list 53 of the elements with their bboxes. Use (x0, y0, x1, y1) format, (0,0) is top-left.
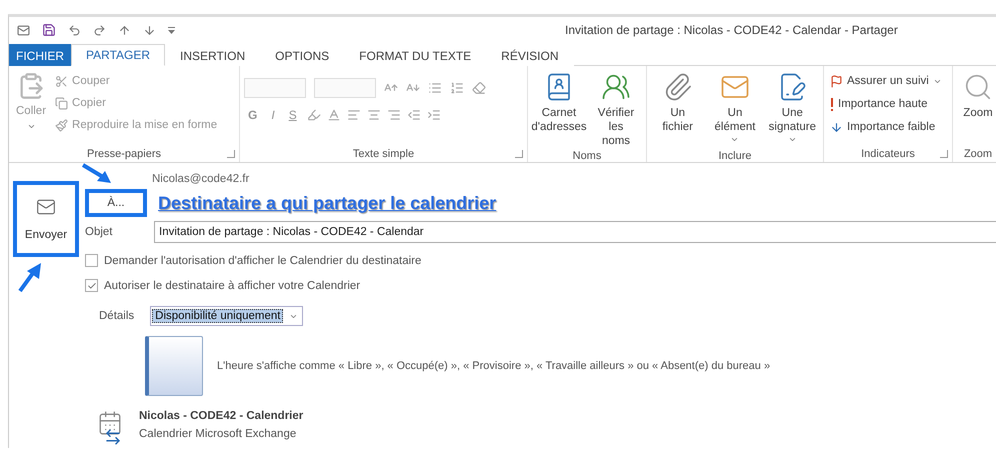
ribbon-button[interactable]: Importance haute (828, 93, 930, 115)
window-title: Invitation de partage : Nicolas - CODE42 - Calendar - Partager (565, 23, 898, 37)
undo-icon[interactable] (68, 24, 81, 36)
checkbox[interactable] (85, 279, 98, 292)
ribbon-tab[interactable]: PARTAGER (71, 44, 166, 66)
save-icon[interactable] (42, 23, 56, 37)
copy-icon (55, 96, 68, 110)
ribbon-button[interactable]: Zoom (957, 70, 996, 122)
availability-preview (145, 336, 203, 396)
group-label: Inclure (718, 150, 752, 162)
ribbon-button[interactable]: Un élément (708, 70, 762, 150)
pointer-arrow (81, 163, 113, 185)
send-button[interactable]: Envoyer (13, 181, 79, 257)
ribbon-button[interactable]: Vérifier les noms (590, 70, 642, 150)
group-label: Zoom (964, 148, 992, 160)
to-field[interactable]: Destinataire a qui partager le calendrier (154, 191, 996, 215)
group-label: Presse-papiers (87, 148, 161, 160)
details-dropdown[interactable]: Disponibilité uniquement (150, 306, 304, 326)
checkbox[interactable] (85, 254, 98, 267)
arrow-up-icon[interactable] (118, 24, 131, 36)
check-icon (86, 280, 96, 290)
envelope-icon (17, 24, 30, 36)
group-label: Indicateurs (861, 148, 915, 160)
ribbon-button[interactable]: Importance faible (828, 116, 938, 138)
ribbon-button[interactable]: Un fichier (651, 70, 704, 136)
redo-icon[interactable] (93, 24, 106, 36)
sender-address: Nicolas@code42.fr (152, 173, 250, 187)
ribbon-button[interactable]: Une signature (766, 70, 819, 150)
envelope-icon (36, 197, 56, 217)
option-label: Autoriser le destinataire à afficher votre Calendrier (104, 280, 360, 292)
calendar-name: Nicolas - CODE42 - Calendrier (139, 410, 304, 422)
launcher-icon[interactable] (940, 150, 948, 158)
paintbrush-icon (55, 118, 68, 132)
to-button[interactable]: À... (85, 189, 147, 217)
ribbon-button[interactable]: Assurer un suivi (828, 70, 944, 92)
pointer-arrow (17, 261, 43, 293)
subject-field[interactable]: Invitation de partage : Nicolas - CODE42 - Calendar (154, 221, 996, 243)
ribbon-button[interactable]: Carnet d'adresses (532, 70, 586, 136)
group-label: Noms (572, 150, 602, 162)
arrow-down-icon (830, 120, 843, 134)
calendar-type: Calendrier Microsoft Exchange (139, 428, 298, 440)
details-label: Détails (99, 310, 134, 322)
group-label: Texte simple (352, 148, 414, 160)
flag-icon (830, 74, 843, 88)
preview-description: L'heure s'affiche comme « Libre », « Occupé(e) », « Provisoire », « Travaille ailleurs » ou « Absent(e) du bureau » (217, 360, 770, 372)
subject-label: Objet (85, 226, 114, 238)
scissors-icon (55, 74, 68, 88)
arrow-down-icon[interactable] (143, 24, 156, 36)
customize-menu-icon[interactable] (168, 26, 175, 34)
exclamation-icon (830, 98, 834, 110)
option-label: Demander l'autorisation d'afficher le Calendrier du destinataire (104, 254, 422, 266)
search-icon (963, 72, 993, 102)
ribbon-tab[interactable]: FICHIER (9, 44, 71, 66)
